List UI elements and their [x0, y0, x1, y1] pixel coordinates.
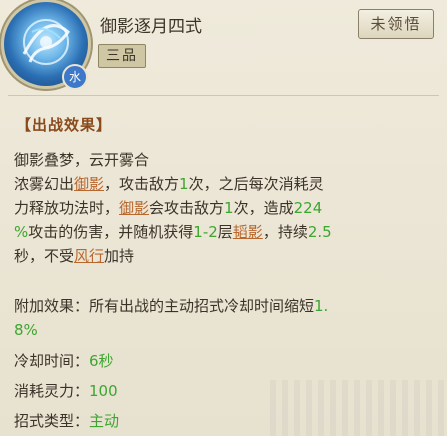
- highlight-number: 1-2: [193, 223, 218, 241]
- highlight-number: 2.5: [307, 223, 332, 241]
- status-badge: 未领悟: [358, 9, 434, 39]
- description-text: 会攻击敌方: [149, 199, 225, 217]
- description-text: 力释放功法时，: [14, 199, 120, 217]
- move-type-stat: 招式类型：主动: [14, 410, 119, 431]
- extra-line: 附加效果：所有出战的主动招式冷却时间缩短1.: [14, 294, 434, 318]
- description-text: 攻击的伤害，并随机获得: [28, 223, 194, 241]
- highlight-number: %: [14, 223, 29, 241]
- skill-detail-card: 水 御影逐月四式 三品 未领悟 【出战效果】 御影叠梦，云开雾合 浓雾幻出御影，攻…: [0, 0, 447, 436]
- skill-name: 御影逐月四式: [100, 17, 202, 37]
- description-text: 次，之后每次消耗灵: [188, 175, 324, 193]
- spirit-cost-stat: 消耗灵力：100: [14, 380, 118, 401]
- keyword-link[interactable]: 韬影: [233, 223, 263, 241]
- effect-section-title: 【出战效果】: [16, 116, 113, 134]
- cooldown-value: 6秒: [89, 352, 114, 370]
- keyword-link[interactable]: 御影: [119, 199, 149, 217]
- description-text: ，攻击敌方: [104, 175, 180, 193]
- keyword-link[interactable]: 御影: [74, 175, 104, 193]
- description-text: 加持: [104, 247, 135, 265]
- watermark-pattern: [270, 380, 447, 436]
- effect-line: 浓雾幻出御影，攻击敌方1次，之后每次消耗灵: [14, 172, 434, 196]
- spirit-cost-label: 消耗灵力：: [14, 382, 90, 400]
- move-type-label: 招式类型：: [14, 412, 90, 430]
- effect-line: 秒，不受风行加持: [14, 244, 434, 268]
- header-divider: [8, 95, 439, 96]
- extra-line: 8%: [14, 318, 434, 342]
- extra-effect-description: 附加效果：所有出战的主动招式冷却时间缩短1. 8%: [14, 294, 434, 342]
- effect-line: %攻击的伤害，并随机获得1-2层韬影，持续2.5: [14, 220, 434, 244]
- description-text: 次，造成: [233, 199, 294, 217]
- grade-badge: 三品: [98, 44, 146, 68]
- highlight-number: 1: [224, 199, 234, 217]
- highlight-number: 1.: [314, 297, 329, 315]
- effect-description: 御影叠梦，云开雾合 浓雾幻出御影，攻击敌方1次，之后每次消耗灵 力释放功法时，御影会…: [14, 148, 434, 268]
- description-text: 秒，不受: [14, 247, 75, 265]
- skill-header: 水 御影逐月四式 三品 未领悟: [0, 0, 447, 96]
- water-element-badge: 水: [62, 64, 88, 90]
- description-text: 附加效果：所有出战的主动招式冷却时间缩短: [14, 297, 315, 315]
- keyword-link[interactable]: 风行: [74, 247, 104, 265]
- effect-line: 御影叠梦，云开雾合: [14, 148, 434, 172]
- move-type-value: 主动: [89, 412, 120, 430]
- cooldown-label: 冷却时间：: [14, 352, 90, 370]
- description-text: 御影叠梦，云开雾合: [14, 151, 150, 169]
- spirit-cost-value: 100: [89, 382, 118, 400]
- description-text: 浓雾幻出: [14, 175, 75, 193]
- description-text: 层: [217, 223, 233, 241]
- highlight-number: 1: [179, 175, 189, 193]
- description-text: ，持续: [262, 223, 308, 241]
- highlight-number: 8%: [14, 321, 38, 339]
- highlight-number: 224: [293, 199, 323, 217]
- effect-line: 力释放功法时，御影会攻击敌方1次，造成224: [14, 196, 434, 220]
- cooldown-stat: 冷却时间：6秒: [14, 350, 114, 371]
